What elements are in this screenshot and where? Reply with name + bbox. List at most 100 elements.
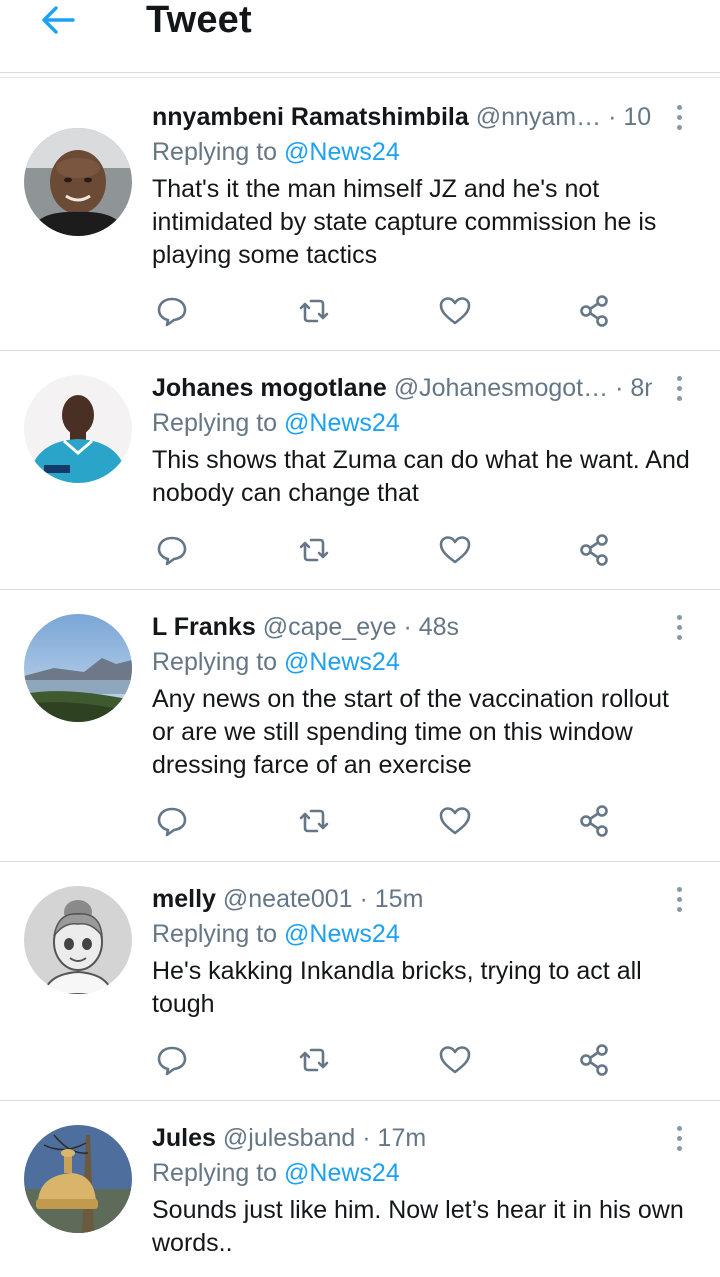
more-vertical-icon [676,104,682,110]
reply-tweet[interactable]: Jules @julesband · 17m Replying to @News… [0,1101,720,1277]
replying-to: Replying to @News24 [152,135,400,169]
separator-dot: · [362,1124,371,1152]
more-vertical-icon [676,614,682,620]
replying-to-mention[interactable]: @News24 [284,409,400,437]
reply-icon [157,807,187,837]
replying-to: Replying to @News24 [152,406,400,440]
share-icon [580,1044,608,1076]
timestamp[interactable]: 15m [375,885,424,913]
reply-tweet[interactable]: L Franks @cape_eye · 48s Replying to @Ne… [0,590,720,862]
author-handle[interactable]: @cape_eye [263,613,397,641]
heart-icon [439,297,471,325]
avatar[interactable] [24,886,132,994]
reply-icon [157,536,187,566]
back-button[interactable] [36,0,80,40]
tweet-header: nnyambeni Ramatshimbila @nnyam… · 10m [152,100,652,134]
author-name[interactable]: Jules [152,1124,216,1152]
timestamp[interactable]: 17m [378,1124,427,1152]
retweet-icon [299,809,329,833]
reply-tweet[interactable]: Johanes mogotlane @Johanesmogot… · 8m Re… [0,351,720,590]
arrow-left-icon [42,6,75,34]
replying-prefix: Replying to [152,648,285,676]
retweet-button[interactable] [294,801,334,841]
author-handle[interactable]: @nnyam… [476,103,601,131]
tweet-text: That's it the man himself JZ and he's no… [152,175,657,269]
tweet-actions [152,801,622,841]
more-vertical-icon [676,375,682,381]
replying-prefix: Replying to [152,138,285,166]
share-button[interactable] [575,801,615,841]
reply-button[interactable] [152,1040,192,1080]
more-options-button[interactable] [664,100,694,134]
author-name[interactable]: nnyambeni Ramatshimbila [152,103,469,131]
retweet-button[interactable] [294,530,334,570]
share-button[interactable] [575,1040,615,1080]
avatar[interactable] [24,614,132,722]
like-button[interactable] [435,291,475,331]
reply-tweet[interactable]: nnyambeni Ramatshimbila @nnyam… · 10m Re… [0,80,720,351]
avatar[interactable] [24,375,132,483]
separator-dot: · [403,613,412,641]
retweet-button[interactable] [294,1040,334,1080]
divider [0,72,720,73]
reply-tweet[interactable]: melly @neate001 · 15m Replying to @News2… [0,862,720,1101]
replying-to-mention[interactable]: @News24 [284,920,400,948]
tweet-actions [152,530,622,570]
author-handle[interactable]: @julesband [223,1124,355,1152]
replying-to-mention[interactable]: @News24 [284,1159,400,1187]
replying-to-mention[interactable]: @News24 [284,138,400,166]
reply-button[interactable] [152,530,192,570]
retweet-icon [299,1048,329,1072]
replying-prefix: Replying to [152,1159,285,1187]
more-vertical-icon [676,886,682,892]
author-handle[interactable]: @neate001 [223,885,353,913]
author-name[interactable]: melly [152,885,216,913]
tweet-header: L Franks @cape_eye · 48s [152,610,652,644]
share-button[interactable] [575,291,615,331]
more-options-button[interactable] [664,1121,694,1155]
tweet-header: Jules @julesband · 17m [152,1121,652,1155]
avatar[interactable] [24,1125,132,1233]
author-handle[interactable]: @Johanesmogot… [394,374,608,402]
more-vertical-icon [676,1125,682,1131]
avatar[interactable] [24,128,132,236]
replying-to: Replying to @News24 [152,917,400,951]
heart-icon [439,536,471,564]
reply-button[interactable] [152,291,192,331]
tweet-actions [152,291,622,331]
like-button[interactable] [435,801,475,841]
share-icon [580,534,608,566]
more-options-button[interactable] [664,882,694,916]
tweet-header: Johanes mogotlane @Johanesmogot… · 8m [152,371,652,405]
timestamp[interactable]: 48s [419,613,459,641]
author-name[interactable]: Johanes mogotlane [152,374,387,402]
reply-icon [157,1046,187,1076]
heart-icon [439,807,471,835]
author-name[interactable]: L Franks [152,613,256,641]
timestamp[interactable]: 8m [630,374,652,402]
replying-prefix: Replying to [152,409,285,437]
like-button[interactable] [435,530,475,570]
tweet-text: Any news on the start of the vaccination… [152,685,669,779]
divider [0,77,720,78]
timestamp[interactable]: 10m [623,103,652,131]
more-options-button[interactable] [664,610,694,644]
retweet-icon [299,299,329,323]
tweet-actions [152,1040,622,1080]
replying-to-mention[interactable]: @News24 [284,648,400,676]
like-button[interactable] [435,1040,475,1080]
tweet-header: melly @neate001 · 15m [152,882,652,916]
heart-icon [439,1046,471,1074]
separator-dot: · [359,885,368,913]
retweet-icon [299,538,329,562]
reply-icon [157,297,187,327]
share-button[interactable] [575,530,615,570]
share-icon [580,295,608,327]
tweet-text: He's kakking Inkandla bricks, trying to … [152,957,642,1018]
reply-button[interactable] [152,801,192,841]
retweet-button[interactable] [294,291,334,331]
replying-to: Replying to @News24 [152,1156,400,1190]
page-title: Tweet [146,0,252,41]
more-options-button[interactable] [664,371,694,405]
tweet-text: This shows that Zuma can do what he want… [152,446,690,507]
